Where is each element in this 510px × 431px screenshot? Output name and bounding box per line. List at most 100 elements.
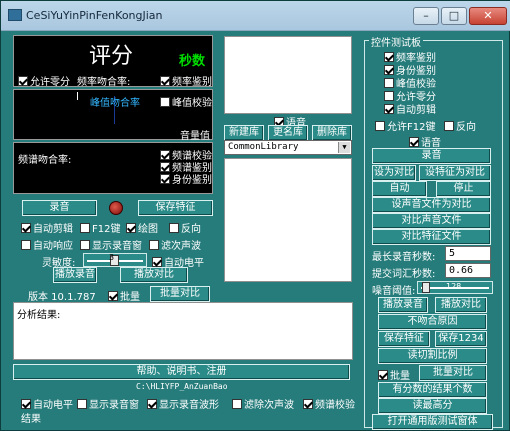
checkbox-box[interactable] [160, 161, 170, 172]
checkbox-box[interactable] [147, 398, 157, 409]
checkbox-box[interactable] [160, 96, 170, 107]
checkbox-box[interactable] [77, 398, 87, 409]
bottom-spectrum-check-checkbox[interactable]: 频谱校验 [303, 396, 355, 411]
checkbox-box[interactable] [108, 290, 118, 301]
bottom-reject-secondary-checkbox[interactable]: 滤除次声波 [232, 396, 294, 411]
main-window: CeSiYuYinPinFenKongJian – □ ✕ 评分 秒数 允许零分… [0, 0, 510, 431]
play-compare-button[interactable]: 播放对比 [120, 267, 188, 283]
peak-check-checkbox[interactable]: 峰值校验 [160, 94, 212, 109]
f12-key-checkbox[interactable]: F12键 [80, 220, 120, 235]
ct-reason-button[interactable]: 不吻合原因 [378, 314, 487, 330]
checkbox-box[interactable] [149, 239, 159, 250]
ct-save-1234-button[interactable]: 保存1234 [435, 331, 487, 347]
checkbox-box[interactable] [444, 120, 454, 131]
ct-auto-button[interactable]: 自动 [372, 181, 427, 197]
checkbox-box[interactable] [80, 222, 90, 233]
ct-open-test-window-button[interactable]: 打开通用版测试窗体 [372, 414, 493, 430]
ct-set-compare-button[interactable]: 设为对比 [372, 165, 416, 181]
ct-compare-feature-file-button[interactable]: 对比特征文件 [372, 229, 491, 245]
ct-compare-audio-file-button[interactable]: 对比声音文件 [372, 213, 491, 229]
ct-batch-checkbox[interactable]: 批量 [378, 367, 410, 382]
window-title: CeSiYuYinPinFenKongJian [26, 9, 163, 22]
ct-read-ratio-button[interactable]: 读切割比例 [378, 348, 487, 364]
ct-stop-button[interactable]: 停止 [436, 181, 491, 197]
ct-set-audio-file-compare-button[interactable]: 设声音文件为对比 [372, 197, 491, 213]
ct-vocab-seconds-label: 提交词汇秒数: [372, 269, 436, 280]
close-button[interactable]: ✕ [469, 7, 507, 25]
checkbox-box[interactable] [384, 103, 394, 114]
ct-save-feature-button[interactable]: 保存特征 [378, 331, 430, 347]
checkbox-box[interactable] [375, 120, 385, 131]
path-label: C:\HLIYFP_AnZuanBao [136, 382, 228, 391]
analysis-result-label: 分析结果: [17, 310, 61, 321]
checkbox-box[interactable] [160, 173, 170, 184]
ct-noise-value: 128 [446, 282, 462, 291]
plot-checkbox[interactable]: 绘图 [126, 220, 158, 235]
delete-library-button[interactable]: 删除库 [312, 125, 352, 141]
show-record-screen-checkbox[interactable]: 显示录音窗 [80, 237, 142, 252]
minimize-button[interactable]: – [413, 7, 439, 25]
checkbox-box[interactable] [303, 398, 313, 409]
checkbox-box[interactable] [160, 75, 170, 86]
ct-play-record-button[interactable]: 播放录音 [378, 297, 428, 313]
ct-read-best-button[interactable]: 读最高分 [378, 398, 487, 414]
freq-identify-checkbox[interactable]: 频率鉴别 [160, 73, 212, 88]
slider-thumb[interactable] [422, 282, 430, 293]
checkbox-box[interactable] [384, 51, 394, 62]
ct-set-feature-compare-button[interactable]: 设特征为对比 [419, 165, 491, 181]
checkbox-box[interactable] [21, 398, 31, 409]
checkbox-box[interactable] [384, 77, 394, 88]
checkbox-box[interactable] [18, 75, 28, 86]
ct-allow-f12-checkbox[interactable]: 允许F12键 [375, 118, 435, 133]
library-select[interactable]: CommonLibrary ▼ [224, 140, 352, 155]
library-list[interactable] [224, 158, 352, 282]
ct-auto-cut-checkbox[interactable]: 自动剪辑 [384, 101, 436, 116]
sensitivity-slider[interactable]: 3 [83, 253, 147, 267]
ct-noise-slider[interactable]: 128 [417, 281, 493, 294]
save-feature-button[interactable]: 保存特征 [138, 200, 213, 216]
ct-play-compare-button[interactable]: 播放对比 [435, 297, 487, 313]
score-panel: 评分 秒数 允许零分 频率吻合率: 频率鉴别 [13, 35, 213, 88]
bottom-auto-level-checkbox[interactable]: 自动电平 [21, 396, 73, 411]
chevron-down-icon[interactable]: ▼ [338, 142, 350, 153]
ct-voice-checkbox[interactable]: 语音 [409, 134, 441, 149]
checkbox-box[interactable] [80, 239, 90, 250]
ct-vocab-seconds-input[interactable]: 0.66 [445, 263, 491, 278]
checkbox-box[interactable] [152, 256, 162, 267]
auto-respond-checkbox[interactable]: 自动响应 [21, 237, 73, 252]
ct-record-button[interactable]: 录音 [372, 148, 491, 164]
checkbox-box[interactable] [21, 222, 31, 233]
ct-reverse-checkbox[interactable]: 反向 [444, 118, 476, 133]
bottom-show-waveform-checkbox[interactable]: 显示录音波形 [147, 396, 219, 411]
maximize-button[interactable]: □ [441, 7, 467, 25]
checkbox-box[interactable] [21, 239, 31, 250]
rename-library-button[interactable]: 更名库 [268, 125, 308, 141]
play-record-button[interactable]: 播放录音 [53, 267, 97, 283]
checkbox-box[interactable] [126, 222, 136, 233]
checkbox-box[interactable] [384, 64, 394, 75]
ct-batch-compare-button[interactable]: 批量对比 [419, 365, 487, 381]
ct-best-results-button[interactable]: 有分数的结果个数 [378, 382, 487, 398]
checkbox-box[interactable] [409, 136, 419, 147]
batch-compare-button[interactable]: 批量对比 [150, 286, 210, 302]
checkbox-box[interactable] [160, 149, 170, 160]
checkbox-box[interactable] [232, 398, 242, 409]
peak-rate-label: 峰值吻合率 [90, 98, 140, 109]
batch-checkbox[interactable]: 批量 [108, 288, 140, 303]
sensitivity-value: 3 [109, 253, 115, 262]
analysis-result-box[interactable]: 分析结果: [13, 302, 353, 360]
identity-identify-checkbox[interactable]: 身份鉴别 [160, 171, 212, 186]
checkbox-box[interactable] [169, 222, 179, 233]
new-library-button[interactable]: 新建库 [224, 125, 264, 141]
ct-max-seconds-input[interactable]: 5 [445, 246, 491, 261]
checkbox-box[interactable] [384, 90, 394, 101]
help-button[interactable]: 帮助、说明书、注册 [13, 364, 350, 380]
auto-cut-checkbox[interactable]: 自动剪辑 [21, 220, 73, 235]
reject-secondary-checkbox[interactable]: 滤次声波 [149, 237, 201, 252]
allow-zero-checkbox[interactable]: 允许零分 [18, 73, 70, 88]
record-button[interactable]: 录音 [22, 200, 97, 216]
app-icon [8, 9, 22, 21]
reverse-checkbox[interactable]: 反向 [169, 220, 201, 235]
bottom-show-record-screen-checkbox[interactable]: 显示录音窗 [77, 396, 139, 411]
checkbox-box[interactable] [378, 369, 388, 380]
